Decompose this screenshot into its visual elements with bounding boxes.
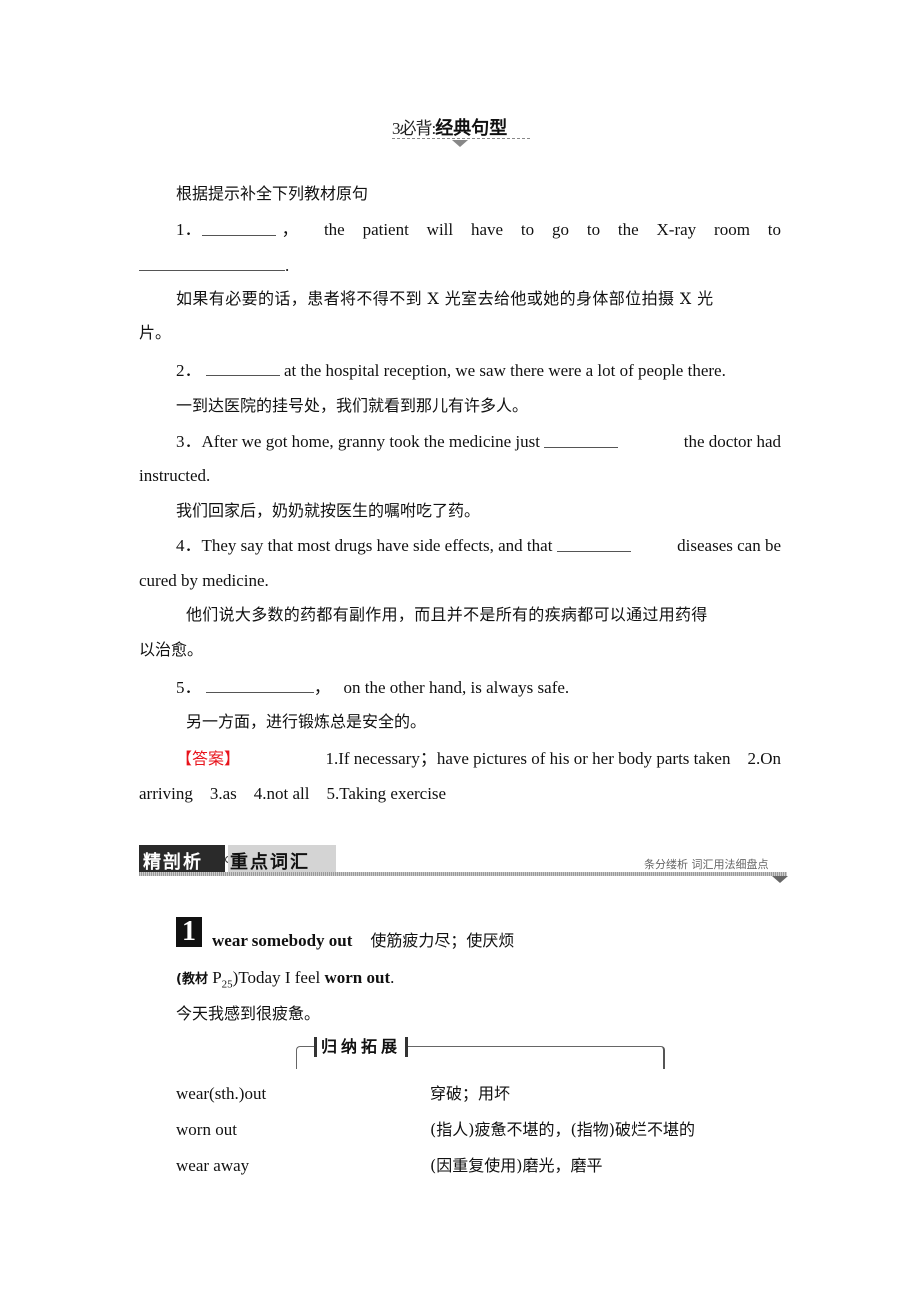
example-text: )Today I feel: [232, 968, 325, 987]
answer-blank: [139, 255, 285, 271]
question-2-translation: 一到达医院的挂号处，我们就看到那儿有许多人。: [176, 396, 529, 415]
item-number-badge: 1: [176, 917, 202, 947]
question-text: They say that most drugs have side effec…: [201, 536, 557, 555]
answer-blank: [544, 432, 619, 448]
question-1-translation: 如果有必要的话，患者将不得不到 X 光室去给他或她的身体部位拍摄 X 光: [176, 289, 714, 308]
question-3-translation: 我们回家后，奶奶就按医生的嘱咐吃了药。: [176, 501, 481, 520]
question-4-translation: 他们说大多数的药都有副作用，而且并不是所有的疾病都可以通过用药得: [186, 605, 708, 624]
question-text-cont: diseases can be: [672, 536, 781, 555]
extension-row-meaning: 穿破；用坏: [430, 1084, 511, 1103]
question-text: at the hospital reception, we saw there …: [279, 361, 726, 380]
question-5: 5． ， on the other hand, is always safe.: [176, 677, 569, 698]
question-1-translation-cont: 片。: [139, 323, 172, 342]
example-bold: worn out: [324, 968, 391, 987]
banner-light-text: 重点词汇: [230, 852, 310, 873]
section-title-underline: [392, 138, 530, 139]
answer-blank: [205, 360, 280, 376]
vocab-example-translation: 今天我感到很疲惫。: [176, 1004, 321, 1023]
question-1-line2: .: [139, 255, 289, 276]
extension-row-meaning: (因重复使用)磨光，磨平: [430, 1156, 603, 1175]
down-arrow-icon: [772, 876, 788, 883]
banner-light-label: 重点词汇: [228, 845, 336, 873]
extension-title: 归纳拓展: [314, 1037, 409, 1057]
question-2: 2． at the hospital reception, we saw the…: [176, 360, 726, 381]
question-number: 4．: [176, 536, 202, 555]
extension-row-phrase: wear away: [176, 1156, 250, 1175]
extension-row-phrase: worn out: [176, 1120, 237, 1139]
example-end: .: [390, 968, 395, 987]
section-title-prefix: 3必背:: [392, 119, 436, 138]
answer-line-2: arriving 3.as 4.not all 5.Taking exercis…: [139, 784, 447, 803]
vocab-example: (教材 P25)Today I feel worn out.: [176, 968, 394, 994]
banner-dark-label: 精剖析: [139, 845, 225, 873]
question-number: 1．: [176, 220, 202, 239]
section-title-main: 经典句型: [435, 118, 508, 139]
banner-dark-text: 精剖析: [143, 852, 203, 873]
answer-text: 1.If necessary；have pictures of his or h…: [325, 749, 781, 768]
answer-line-1: 【答案】 1.If necessary；have pictures of his…: [176, 749, 781, 769]
answer-blank: [556, 536, 631, 552]
question-text: After we got home, granny took the medic…: [201, 432, 545, 451]
instructions: 根据提示补全下列教材原句: [176, 184, 369, 203]
source-page-sub: 25: [221, 978, 233, 991]
extension-row-meaning: (指人)疲惫不堪的，(指物)破烂不堪的: [430, 1120, 695, 1139]
question-number: 2．: [176, 361, 202, 380]
question-4: 4． They say that most drugs have side ef…: [176, 536, 781, 556]
down-arrow-icon: [452, 140, 468, 147]
source-page: P: [207, 968, 222, 987]
extension-row-phrase: wear(sth.)out: [176, 1084, 267, 1103]
question-4-translation-cont: 以治愈。: [139, 640, 204, 659]
question-number: 5．: [176, 678, 202, 697]
vocab-meaning: 使筋疲力尽；使厌烦: [370, 931, 515, 950]
answer-blank: [201, 220, 276, 236]
question-text-cont: the doctor had: [679, 432, 781, 451]
section-title: 3必背:经典句型: [392, 114, 507, 140]
period: .: [285, 256, 290, 275]
question-5-translation: 另一方面，进行锻炼总是安全的。: [186, 712, 427, 731]
vocab-phrase: wear somebody out: [212, 931, 353, 950]
source-label: (教材: [176, 972, 208, 987]
question-4-line2: cured by medicine.: [139, 571, 269, 590]
banner-subtitle: 条分缕析 词汇用法细盘点: [644, 858, 769, 871]
question-3: 3． After we got home, granny took the me…: [176, 432, 781, 452]
banner-rule: [139, 872, 787, 876]
question-number: 3．: [176, 432, 202, 451]
vocab-heading: wear somebody out 使筋疲力尽；使厌烦: [212, 931, 514, 951]
question-3-line2: instructed.: [139, 466, 211, 485]
answer-tag: 【答案】: [176, 749, 241, 768]
question-text: ， on the other hand, is always safe.: [313, 678, 570, 697]
answer-blank: [205, 677, 314, 693]
question-1: 1． ， the patient will have to go to the …: [176, 220, 781, 240]
question-text: ， the patient will have to go to the X-r…: [281, 220, 782, 239]
